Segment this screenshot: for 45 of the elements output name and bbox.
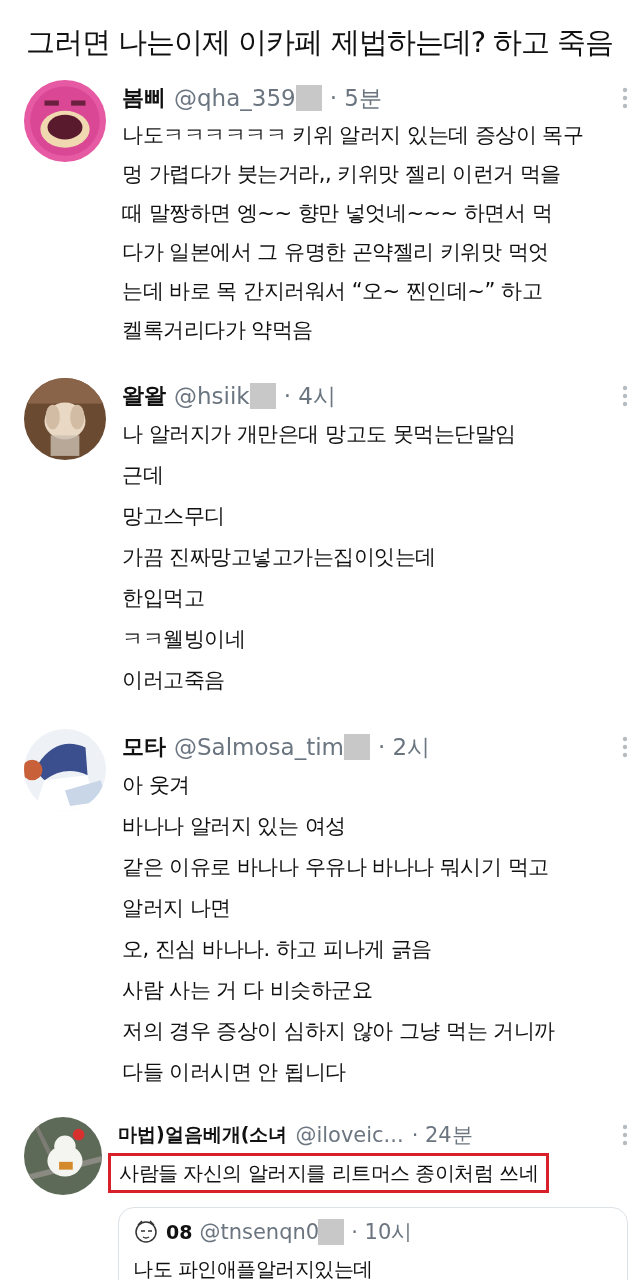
more-icon[interactable] [622,736,628,758]
more-icon[interactable] [622,385,628,407]
post-time: · 5분 [329,83,382,113]
user-handle[interactable]: @iloveic... [295,1123,404,1147]
post-text: 알러지 나면 [122,895,232,922]
post-text: 아 웃겨 [122,772,191,799]
user-handle[interactable]: @hsiik [174,383,250,409]
user-handle[interactable]: @qha_359 [174,85,296,111]
post-text: 멍 가렵다가 붓는거라,, 키위맛 젤리 이런거 먹을 [122,161,562,188]
post-text: 나도ㅋㅋㅋㅋㅋㅋ 키위 알러지 있는데 증상이 목구 [122,122,585,149]
user-name[interactable]: 왈왈 [122,381,166,411]
post-text: 다가 일본에서 그 유명한 곤약젤리 키위맛 먹엇 [122,239,550,266]
post-time: · 4시 [283,381,336,411]
post-text: 저의 경우 증상이 심하지 않아 그냥 먹는 거니까 [122,1018,556,1045]
quoted-post[interactable]: 08 @tnsenqn0 · 10시 나도 파인애플알러지있는데 [118,1207,628,1280]
more-icon[interactable] [622,87,628,109]
post-text: 가끔 진짜망고넣고가는집이잇는데 [122,544,437,571]
post-text: 는데 바로 목 간지러워서 “오~ 찐인데~” 하고 [122,278,543,305]
user-name[interactable]: 봄삐 [122,83,166,113]
post-text: 사람 사는 거 다 비슷하군요 [122,977,374,1004]
post-text: 다들 이러시면 안 됩니다 [122,1059,347,1086]
post-text: 때 말짱하면 엥~~ 향만 넣엇네~~~ 하면서 먹 [122,200,554,227]
post-text: 사람들 자신의 알러지를 리트머스 종이처럼 쓰네 [119,1160,539,1187]
post-text: 한입먹고 [122,585,205,612]
doodle-icon [133,1219,159,1245]
post-text: 망고스무디 [122,503,226,530]
post-text: 이러고죽음 [122,667,226,694]
post-text: ㅋㅋ웰빙이네 [122,626,246,653]
post-time: · 2시 [377,732,431,762]
post-text: 근데 [122,462,164,489]
post-text: 바나나 알러지 있는 여성 [122,813,347,840]
user-name[interactable]: 모타 [122,732,166,762]
post-text: 켈록거리다가 약먹음 [122,317,314,344]
user-name[interactable]: 08 [166,1221,193,1243]
user-name[interactable]: 마법)얼음베개(소녀 [118,1122,288,1148]
post-text: 오, 진심 바나나. 하고 피나게 긁음 [122,936,433,963]
user-handle[interactable]: @Salmosa_tim [174,734,344,760]
post-text: 나 알러지가 개만은대 망고도 못먹는단말임 [122,421,517,448]
post-time: · 24분 [411,1122,473,1149]
post-text: 나도 파인애플알러지있는데 [133,1256,374,1280]
more-icon[interactable] [622,1124,628,1146]
heading-text: 그러면 나는이제 이카페 제법하는데? 하고 죽음 [25,24,615,61]
user-handle[interactable]: @tnsenqn0 [199,1220,320,1244]
post-text: 같은 이유로 바나나 우유나 바나나 뭐시기 먹고 [122,854,550,881]
post-time: · 10시 [351,1219,413,1246]
